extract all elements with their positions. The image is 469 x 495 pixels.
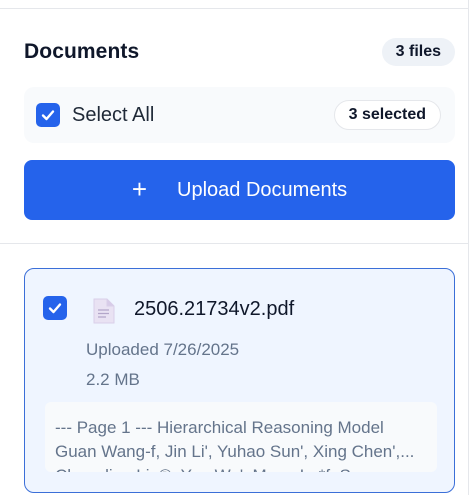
document-upload-date: Uploaded 7/26/2025 [86,340,240,359]
top-divider [0,8,469,9]
documents-panel: Documents 3 files Select All 3 selected … [0,0,469,495]
plus-icon: + [131,173,148,204]
section-divider [0,243,469,244]
preview-line: --- Page 1 --- Hierarchical Reasoning Mo… [55,418,384,437]
selected-count-badge: 3 selected [333,100,441,130]
document-text-preview: --- Page 1 --- Hierarchical Reasoning Mo… [45,402,437,472]
check-icon [48,303,62,314]
document-checkbox[interactable] [43,296,67,320]
file-icon [93,298,115,324]
document-size: 2.2 MB [86,370,140,389]
upload-documents-button[interactable]: + Upload Documents [24,160,455,220]
file-count-badge: 3 files [381,38,455,66]
select-all-row[interactable]: Select All 3 selected [24,87,455,143]
select-all-label[interactable]: Select All [72,104,154,127]
check-icon [41,110,55,121]
preview-line: Changling Liu®, Yue Wu', Meng Lu*f, Sen.… [55,464,427,472]
documents-title: Documents [24,40,140,63]
documents-header: Documents 3 files [24,36,455,68]
select-all-checkbox[interactable] [36,103,60,127]
upload-button-label: Upload Documents [177,178,348,201]
select-all-control[interactable]: Select All [36,103,154,127]
document-card[interactable]: 2506.21734v2.pdf Uploaded 7/26/2025 2.2 … [24,268,455,493]
document-file-name[interactable]: 2506.21734v2.pdf [134,298,294,321]
preview-line: Guan Wang-f, Jin Li', Yuhao Sun', Xing C… [55,442,415,461]
